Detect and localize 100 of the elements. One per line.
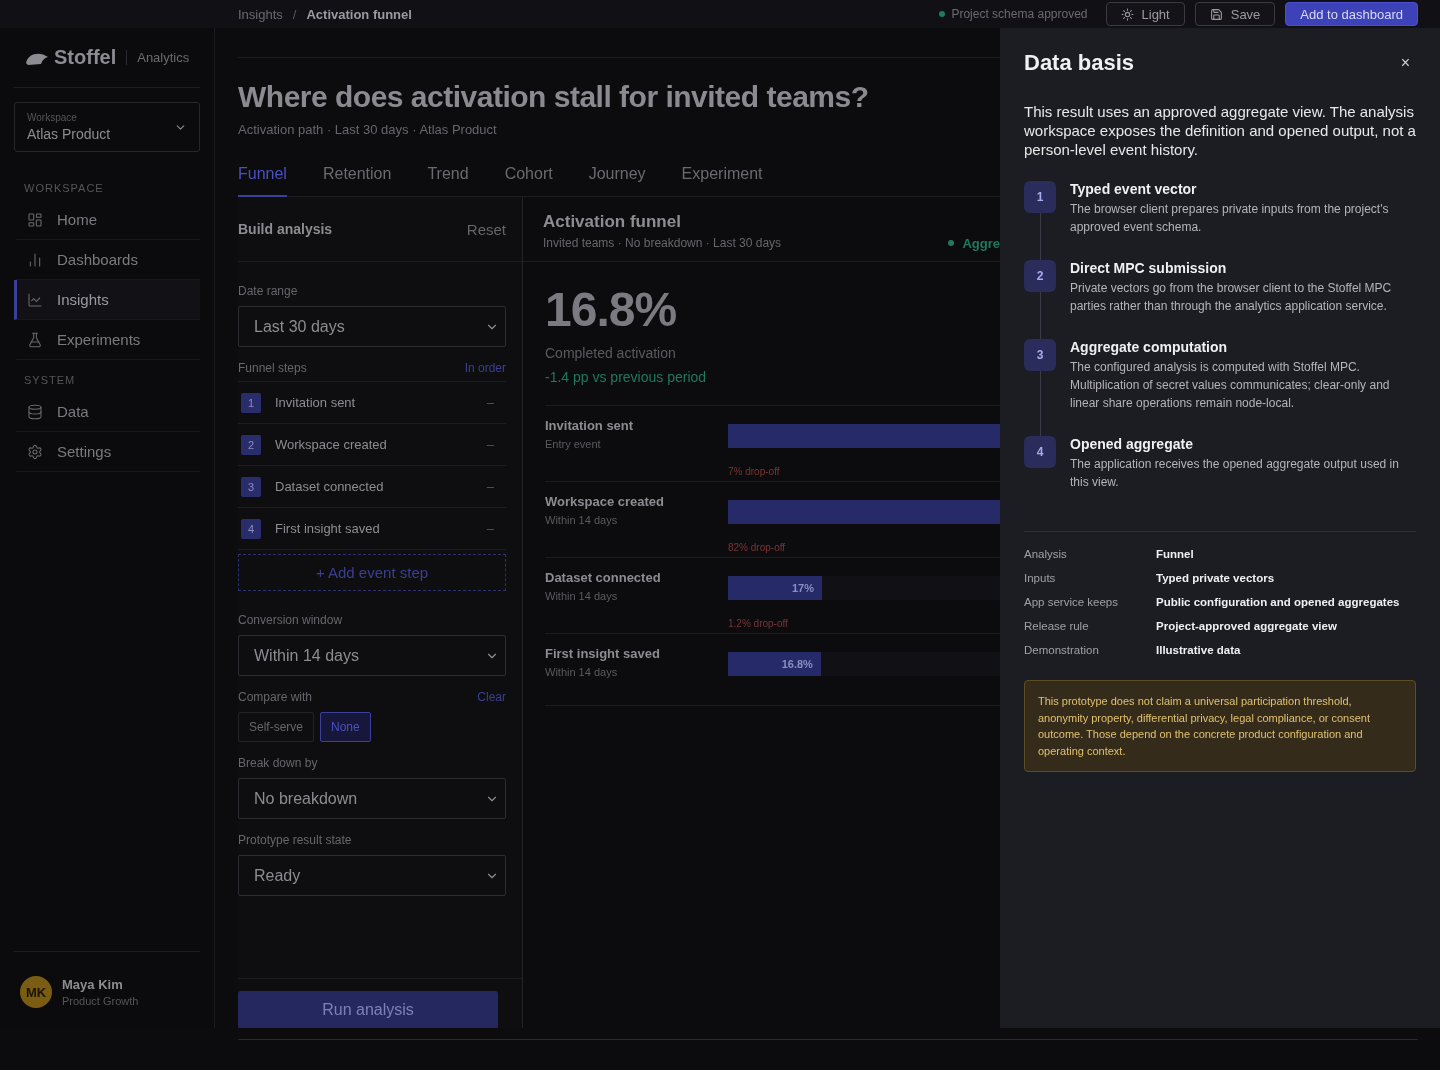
step-number: 4 [241, 518, 261, 539]
analysis-tab[interactable]: Retention [322, 157, 392, 197]
fact-label: Inputs [1024, 571, 1057, 586]
breadcrumb-link[interactable]: Activation funnel [306, 6, 412, 22]
workspace-value: Atlas Product [27, 126, 111, 142]
funnel-step-name: Workspace created [545, 494, 665, 509]
metric-value: 16.8% [545, 282, 678, 337]
dropoff-text: 82% drop-off [728, 542, 787, 555]
remove-step-button[interactable]: – [486, 521, 494, 536]
field-label: Funnel steps [238, 361, 307, 375]
analysis-tab[interactable]: Journey [588, 157, 646, 197]
panel-title: Build analysis [238, 221, 333, 237]
nav-item[interactable]: Insights [14, 280, 200, 320]
funnel-step-window: Within 14 days [545, 590, 728, 602]
step-name: Invitation sent [275, 395, 357, 410]
funnel-step-name: First insight saved [545, 646, 661, 661]
fact-label: Release rule [1024, 619, 1090, 634]
metric-label: Completed activation [545, 345, 677, 361]
order-link[interactable]: In order [464, 361, 506, 375]
workspace-select[interactable]: Workspace Atlas Product [14, 102, 200, 152]
fact-value: Public configuration and opened aggregates [1156, 595, 1401, 610]
light-button[interactable]: Light [1105, 2, 1185, 26]
page-title: Where does activation stall for invited teams? [238, 80, 870, 114]
flask-icon [27, 331, 43, 348]
nav-item[interactable]: Experiments [14, 320, 200, 360]
step-name: Workspace created [275, 437, 388, 452]
breakdown-select[interactable]: No breakdown [238, 778, 506, 819]
fact-label: Analysis [1024, 547, 1068, 562]
remove-step-button[interactable]: – [486, 437, 494, 452]
save-icon [1209, 7, 1223, 21]
bar-chart-icon [27, 251, 43, 268]
close-button[interactable]: × [1394, 54, 1416, 72]
save-button[interactable]: Save [1194, 2, 1276, 26]
compare-option[interactable]: None [320, 712, 371, 742]
step-number: 3 [1024, 339, 1056, 371]
nav-item[interactable]: Settings [14, 432, 200, 472]
nav-item[interactable]: Data [14, 392, 200, 432]
step-title: Direct MPC submission [1070, 260, 1228, 276]
result-title: Activation funnel [543, 212, 682, 232]
step-number: 4 [1024, 436, 1056, 468]
conversion-window-select[interactable]: Within 14 days [238, 635, 506, 676]
clear-link[interactable]: Clear [477, 690, 506, 704]
analysis-tab[interactable]: Experiment [681, 157, 763, 197]
step-description: Private vectors go from the browser client to the Stoffel MPC parties rather than through the analytics application service. [1070, 280, 1393, 315]
line-chart-icon [27, 291, 43, 308]
fact-label: App service keeps [1024, 595, 1119, 610]
run-analysis-button[interactable]: Run analysis [238, 991, 498, 1028]
breadcrumb-separator: / [292, 6, 297, 22]
field-label: Compare with [238, 690, 313, 704]
step-description: The application receives the opened aggregate output used in this view. [1070, 456, 1400, 491]
status-dot [939, 11, 946, 17]
select-value: Within 14 days [254, 646, 359, 665]
dashboard-icon [27, 211, 43, 228]
drawer-intro: This result uses an approved aggregate view. The analysis workspace exposes the definition and opened output, not a person-level event history. [1024, 102, 1416, 159]
drawer-title: Data basis [1024, 50, 1135, 76]
aggregate-status-label: Aggre [962, 235, 1000, 251]
fact-value: Funnel [1156, 547, 1195, 562]
sun-icon [1120, 7, 1134, 21]
step-name: Dataset connected [275, 479, 385, 494]
step-number: 3 [241, 476, 261, 497]
product-name: Analytics [126, 50, 190, 65]
step-title: Opened aggregate [1070, 436, 1194, 452]
funnel-step-window: Entry event [545, 438, 728, 450]
add-step-button[interactable]: + Add event step [238, 554, 506, 591]
field-label: Prototype result state [238, 833, 352, 847]
select-value: Ready [254, 866, 301, 885]
user-team: Product Growth [62, 995, 139, 1007]
result-state-select[interactable]: Ready [238, 855, 506, 896]
step-number: 1 [241, 392, 261, 413]
step-title: Aggregate computation [1070, 339, 1229, 355]
funnel-step-window: Within 14 days [545, 666, 728, 678]
bar-value: 16.8% [781, 658, 813, 670]
field-label: Break down by [238, 756, 318, 770]
dropoff-text: 1.2% drop-off [728, 618, 789, 631]
fact-value: Project-approved aggregate view [1156, 619, 1338, 634]
remove-step-button[interactable]: – [486, 395, 494, 410]
fact-value: Illustrative data [1156, 643, 1242, 658]
reset-button[interactable]: Reset [466, 220, 506, 238]
user-avatar: MK [20, 976, 52, 1008]
select-value: Last 30 days [254, 317, 345, 336]
result-subtitle: Invited teams · No breakdown · Last 30 days [543, 236, 782, 250]
step-title: Typed event vector [1070, 181, 1198, 197]
settings-icon [27, 443, 43, 460]
breadcrumb-link[interactable]: Insights [238, 6, 283, 22]
nav-section-title: WORKSPACE [23, 181, 105, 196]
analysis-tab[interactable]: Trend [427, 157, 469, 197]
workspace-label: Workspace [27, 112, 78, 123]
date-range-select[interactable]: Last 30 days [238, 306, 506, 347]
funnel-step-name: Invitation sent [545, 418, 635, 433]
analysis-tab[interactable]: Cohort [504, 157, 553, 197]
dropoff-text: 7% drop-off [728, 466, 781, 479]
add-to-dashboard-button[interactable]: Add to dashboard [1285, 2, 1418, 26]
fact-label: Demonstration [1024, 643, 1100, 658]
bar-value: 17% [791, 582, 814, 594]
nav-item[interactable]: Home [14, 200, 200, 240]
step-number: 2 [1024, 260, 1056, 292]
nav-section-title: SYSTEM [23, 373, 77, 388]
compare-option[interactable]: Self-serve [238, 712, 315, 742]
database-icon [27, 403, 43, 420]
remove-step-button[interactable]: – [486, 479, 494, 494]
